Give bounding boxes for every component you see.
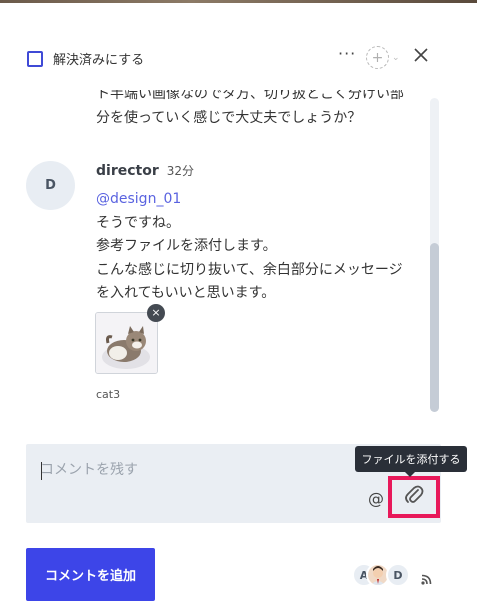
attach-file-tooltip: ファイルを添付する (355, 446, 467, 477)
participant-avatars[interactable]: A D (352, 563, 412, 589)
attach-file-button[interactable] (388, 476, 440, 518)
attachment-thumbnail[interactable] (95, 312, 158, 374)
message-line: こんな感じに切り抜いて、余白部分にメッセージを入れてもいいと思います。 (96, 261, 403, 302)
message-header: director 32分 (96, 162, 194, 179)
author-name: director (96, 163, 159, 179)
cat-image (96, 313, 157, 373)
mention-button[interactable]: @ (368, 489, 384, 508)
checkbox-box[interactable] (27, 50, 43, 67)
add-comment-button[interactable]: コメントを追加 (26, 548, 155, 601)
attachment-name: cat3 (96, 388, 121, 401)
timestamp: 32分 (166, 164, 195, 178)
add-reaction-icon: + (366, 46, 389, 69)
top-image-strip (0, 0, 477, 3)
message-line: 参考ファイルを添付します。 (96, 238, 277, 254)
scrollbar-thumb[interactable] (430, 243, 439, 412)
subscribe-feed-icon[interactable] (421, 570, 432, 589)
resolve-label: 解決済みにする (53, 53, 145, 68)
close-icon[interactable] (414, 47, 428, 66)
paperclip-icon (404, 484, 424, 510)
chevron-down-icon: ⌄ (392, 52, 400, 63)
avatar: D (26, 161, 75, 210)
text-caret (41, 462, 42, 480)
comment-thread[interactable]: ト半端い画像なのでタ方、切り扱とこく分けい部分を使っていく感じで大丈夫でしょうか… (0, 90, 430, 412)
comment-input[interactable] (40, 462, 340, 478)
message-body: @design_01 そうですね。 参考ファイルを添付します。 こんな感じに切り… (96, 188, 416, 306)
more-options-icon[interactable]: ··· (338, 44, 356, 63)
previous-message-text: ト半端い画像なのでタ方、切り扱とこく分けい部分を使っていく感じで大丈夫でしょうか… (96, 90, 404, 126)
remove-attachment-button[interactable]: × (147, 304, 165, 322)
add-reaction-button[interactable]: + ⌄ (366, 46, 400, 69)
message-line: そうですね。 (96, 214, 180, 231)
comment-header: 解決済みにする ··· + ⌄ (0, 40, 477, 76)
mention-link[interactable]: @design_01 (96, 188, 416, 212)
resolve-checkbox[interactable]: 解決済みにする (27, 49, 144, 68)
avatar: D (386, 563, 410, 587)
